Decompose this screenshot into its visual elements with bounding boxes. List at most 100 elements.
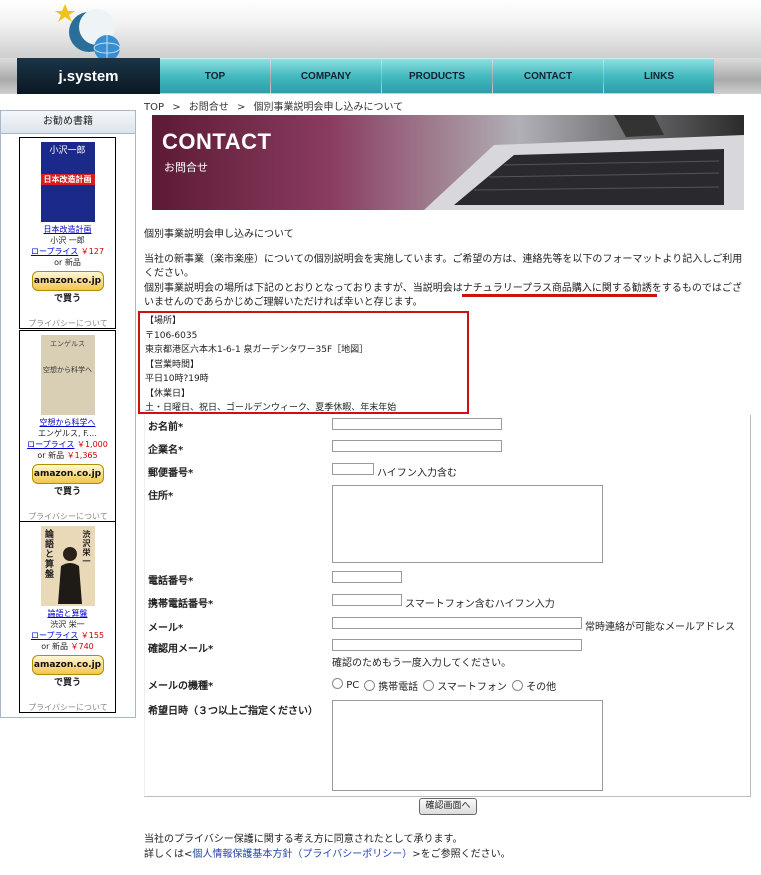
new-price-value: ￥740 — [70, 642, 94, 651]
device-option-other[interactable]: その他 — [512, 678, 556, 693]
book-author: 小沢 一郎 — [50, 236, 85, 245]
privacy-policy-link[interactable]: 個人情報保護基本方針（プライバシーポリシー） — [192, 849, 412, 860]
email-confirm-input[interactable] — [332, 639, 582, 651]
new-label: or 新品 — [37, 451, 65, 460]
logo[interactable]: j.system — [17, 0, 160, 94]
book-title[interactable]: 論語と算盤 — [20, 608, 115, 619]
book-cover-title: 日本改造計画 — [40, 174, 95, 185]
footnote-pre: 詳しくは< — [144, 849, 193, 860]
confirm-button[interactable]: 確認画面へ — [419, 798, 477, 815]
nav-top[interactable]: TOP — [160, 58, 270, 93]
book-author: 渋沢 栄一 — [50, 620, 85, 629]
mobile-input[interactable] — [332, 594, 402, 606]
radio-icon[interactable] — [332, 678, 343, 689]
book-card: 渋沢栄一 論語と算盤 論語と算盤 渋沢 栄一 ロープライス ￥155 or 新品… — [19, 521, 116, 713]
amazon-buy-button[interactable]: amazon.co.jp で買う — [31, 464, 104, 497]
breadcrumb-contact[interactable]: お問合せ — [189, 102, 229, 113]
device-option-label: その他 — [526, 682, 557, 693]
address: 東京都港区六本木1-6-1 泉ガーデンタワー35F［地図］ — [145, 345, 369, 355]
mobile-label: 携帯電話番号* — [148, 599, 214, 610]
device-option-label: 携帯電話 — [378, 682, 419, 693]
book-cover-author: エンゲルス — [50, 340, 85, 348]
amazon-buy-button[interactable]: amazon.co.jp で買う — [31, 655, 104, 688]
company-input[interactable] — [332, 440, 502, 452]
book-title[interactable]: 日本改造計画 — [20, 224, 115, 235]
intro-paragraph-2: 個別事業説明会の場所は下記のとおりとなっておりますが、当説明会はナチュラリープラ… — [144, 283, 742, 308]
privacy-link[interactable]: プライバシーについて — [0, 318, 136, 329]
banner-title: CONTACT — [162, 129, 272, 154]
book-cover-title: 空想から科学へ — [43, 366, 92, 374]
lowprice-value: ￥127 — [80, 247, 105, 256]
nav-contact[interactable]: CONTACT — [493, 58, 603, 93]
logo-text: j.system — [17, 58, 160, 94]
sidebar-title: お勧め書籍 — [1, 111, 135, 134]
email-confirm-note: 確認のためもう一度入力してください。 — [332, 658, 512, 669]
device-option-label: スマートフォン — [437, 682, 507, 693]
nav-company[interactable]: COMPANY — [271, 58, 381, 93]
breadcrumb-sep: > — [236, 102, 246, 113]
intro-paragraph: 当社の新事業（楽市楽座）についての個別説明会を実施しています。ご希望の方は、連絡… — [144, 254, 743, 279]
holidays: 土・日曜日、祝日、ゴールデンウィーク、夏季休暇、年末年始 — [145, 403, 397, 413]
place-label: 【場所】 — [145, 316, 182, 326]
email-note: 常時連絡が可能なメールアドレス — [585, 622, 735, 633]
address-label: 住所* — [148, 491, 174, 502]
device-option-label: PC — [346, 680, 360, 691]
footnote-line-1: 当社のプライバシー保護に関する考え方に同意されたとして承ります。 — [144, 834, 463, 845]
lowprice-link[interactable]: ロープライス — [31, 247, 78, 256]
name-label: お名前* — [148, 422, 184, 433]
mobile-note: スマートフォン含むハイフン入力 — [405, 599, 555, 610]
new-label: or 新品 — [41, 642, 68, 651]
new-price-row: or 新品 ￥1,365 — [20, 450, 115, 461]
email-confirm-label: 確認用メール* — [148, 644, 214, 655]
book-card: 小沢一郎 日本改造計画 日本改造計画 小沢 一郎 ロープライス ￥127 or … — [19, 137, 116, 329]
lowprice-link[interactable]: ロープライス — [27, 440, 74, 449]
device-option-pc[interactable]: PC — [332, 678, 359, 691]
book-cover[interactable]: 渋沢栄一 論語と算盤 — [40, 526, 95, 606]
footnote-post: >をご参照ください。 — [412, 849, 511, 860]
footnote-line-2: 詳しくは<個人情報保護基本方針（プライバシーポリシー）>をご参照ください。 — [144, 847, 749, 862]
moon-globe-icon — [55, 4, 121, 60]
phone-input[interactable] — [332, 571, 402, 583]
lowprice-link[interactable]: ロープライス — [31, 631, 78, 640]
book-title[interactable]: 空想から科学へ — [20, 417, 115, 428]
contact-banner: CONTACT お問合せ — [152, 115, 744, 210]
address-textarea[interactable] — [332, 485, 603, 563]
nav-links[interactable]: LINKS — [604, 58, 714, 93]
email-input[interactable] — [332, 617, 582, 629]
portrait-icon — [57, 547, 82, 604]
highlight-underline — [462, 294, 657, 297]
name-input[interactable] — [332, 418, 502, 430]
device-option-mobile[interactable]: 携帯電話 — [364, 678, 418, 693]
book-cover[interactable]: エンゲルス 空想から科学へ — [40, 335, 95, 415]
book-cover[interactable]: 小沢一郎 日本改造計画 — [40, 142, 95, 222]
holiday-label: 【休業日】 — [145, 388, 191, 399]
lowprice-value: ￥155 — [80, 631, 105, 640]
device-option-smartphone[interactable]: スマートフォン — [423, 678, 507, 693]
radio-icon[interactable] — [364, 680, 375, 691]
banner-subtitle: お問合せ — [164, 161, 208, 174]
privacy-link[interactable]: プライバシーについて — [0, 702, 136, 713]
laptop-icon — [424, 115, 744, 210]
amazon-buy-button[interactable]: amazon.co.jp で買う — [31, 271, 104, 304]
zip-label: 郵便番号* — [148, 468, 194, 479]
book-price-row: ロープライス ￥155 — [20, 630, 115, 641]
nav-products[interactable]: PRODUCTS — [382, 58, 492, 93]
dates-textarea[interactable] — [332, 700, 603, 791]
radio-icon[interactable] — [512, 680, 523, 691]
breadcrumb-top[interactable]: TOP — [144, 102, 164, 113]
new-price-row: or 新品 ￥740 — [20, 641, 115, 652]
book-price-row: ロープライス ￥1,000 — [20, 439, 115, 450]
book-price-row: ロープライス ￥127 — [20, 246, 115, 257]
book-card: エンゲルス 空想から科学へ 空想から科学へ エンゲルス, F.… ロープライス … — [19, 330, 116, 522]
page-heading: 個別事業説明会申し込みについて — [144, 229, 294, 240]
breadcrumb: TOP > お問合せ > 個別事業説明会申し込みについて — [144, 98, 403, 113]
dates-label: 希望日時（３つ以上ご指定ください） — [148, 706, 318, 717]
book-cover-author: 小沢一郎 — [49, 146, 86, 156]
radio-icon[interactable] — [423, 680, 434, 691]
venue-info-box: 【場所】 〒106-6035 東京都港区六本木1-6-1 泉ガーデンタワー35F… — [138, 311, 469, 414]
breadcrumb-sep: > — [172, 102, 181, 113]
lowprice-value: ￥1,000 — [76, 440, 108, 449]
main-nav: TOP COMPANY PRODUCTS CONTACT LINKS — [160, 58, 715, 93]
privacy-footnote: 当社のプライバシー保護に関する考え方に同意されたとして承ります。 詳しくは<個人… — [144, 832, 749, 862]
zip-input[interactable] — [332, 463, 374, 475]
